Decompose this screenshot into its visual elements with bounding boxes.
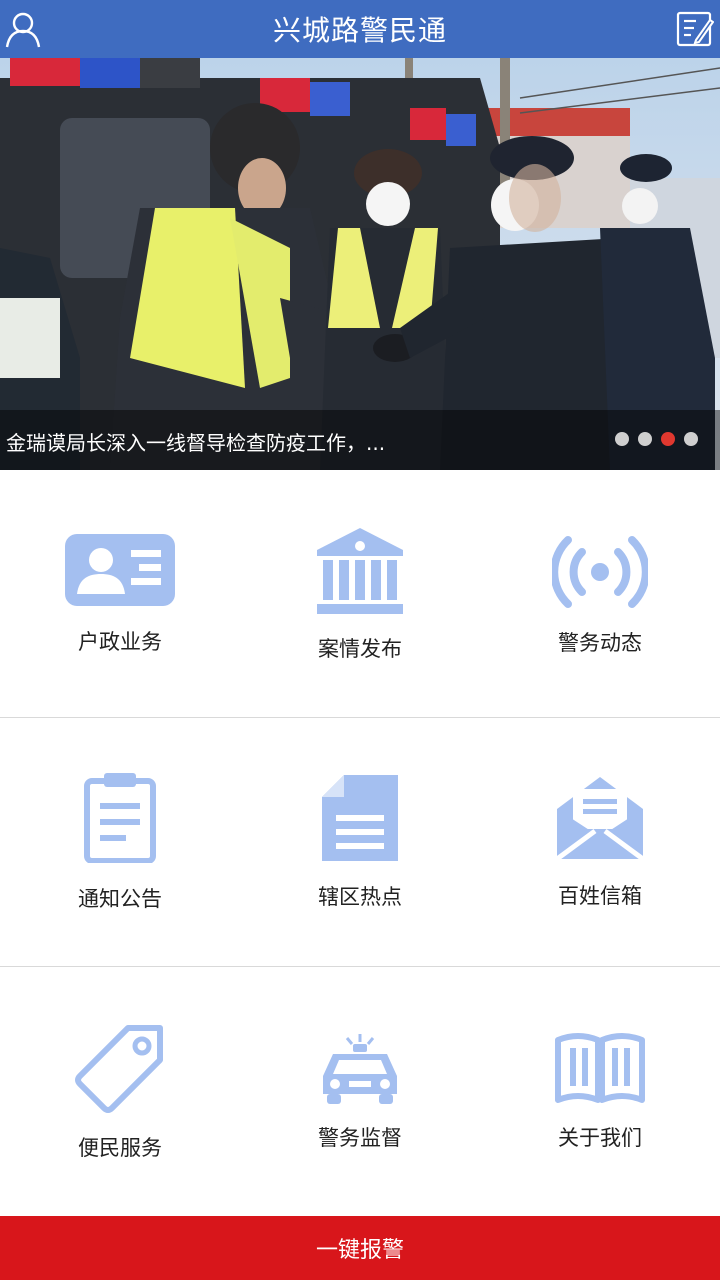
id-card-icon bbox=[65, 534, 175, 606]
menu-label: 便民服务 bbox=[78, 1136, 162, 1160]
menu-item-police-news[interactable]: 警务动态 bbox=[480, 470, 720, 718]
menu-item-supervision[interactable]: 警务监督 bbox=[240, 968, 480, 1216]
app-title: 兴城路警民通 bbox=[272, 14, 447, 47]
carousel-dot-active[interactable] bbox=[661, 432, 675, 446]
menu-label: 警务监督 bbox=[318, 1126, 402, 1150]
menu-label: 辖区热点 bbox=[318, 885, 402, 909]
menu-item-about-us[interactable]: 关于我们 bbox=[480, 968, 720, 1216]
open-book-icon bbox=[555, 1033, 645, 1103]
edit-note-icon[interactable] bbox=[672, 6, 718, 52]
menu-label: 警务动态 bbox=[558, 631, 642, 655]
menu-label: 户政业务 bbox=[78, 630, 162, 654]
menu-item-notice[interactable]: 通知公告 bbox=[0, 719, 240, 967]
grid-row: 通知公告 辖区热点 百姓信箱 bbox=[0, 719, 720, 967]
menu-label: 关于我们 bbox=[558, 1126, 642, 1150]
menu-item-case-release[interactable]: 案情发布 bbox=[240, 470, 480, 718]
document-icon bbox=[322, 775, 398, 861]
broadcast-icon bbox=[552, 536, 648, 608]
carousel-caption[interactable]: 金瑞谟局长深入一线督导检查防疫工作，... bbox=[6, 427, 385, 456]
menu-item-mailbox[interactable]: 百姓信箱 bbox=[480, 719, 720, 967]
news-photo bbox=[0, 58, 720, 470]
top-bar: 兴城路警民通 bbox=[0, 0, 720, 58]
grid-row: 便民服务 警务监督 关于我们 bbox=[0, 968, 720, 1216]
news-carousel[interactable]: 金瑞谟局长深入一线督导检查防疫工作，... bbox=[0, 58, 720, 470]
user-icon[interactable] bbox=[0, 6, 46, 52]
app-screen: 兴城路警民通 金瑞谟局长深入一线督导检查防疫工作，... 户政业务 案情发布 警… bbox=[0, 0, 720, 1280]
menu-item-convenience[interactable]: 便民服务 bbox=[0, 968, 240, 1216]
menu-item-household[interactable]: 户政业务 bbox=[0, 470, 240, 718]
carousel-dot[interactable] bbox=[638, 432, 652, 446]
police-car-icon bbox=[323, 1034, 397, 1104]
carousel-dot[interactable] bbox=[684, 432, 698, 446]
carousel-dots bbox=[615, 432, 698, 446]
grid-row: 户政业务 案情发布 警务动态 bbox=[0, 470, 720, 718]
menu-label: 百姓信箱 bbox=[558, 884, 642, 908]
function-grid: 户政业务 案情发布 警务动态 通知公告 辖区热点 百姓信箱 便民服务 警务监督 … bbox=[0, 470, 720, 1216]
carousel-dot[interactable] bbox=[615, 432, 629, 446]
menu-item-hotspot[interactable]: 辖区热点 bbox=[240, 719, 480, 967]
tag-icon bbox=[75, 1025, 163, 1113]
mail-icon bbox=[555, 777, 645, 861]
bank-building-icon bbox=[317, 528, 403, 614]
menu-label: 通知公告 bbox=[78, 887, 162, 911]
one-key-alarm-button[interactable]: 一键报警 bbox=[0, 1216, 720, 1280]
clipboard-icon bbox=[84, 773, 156, 863]
menu-label: 案情发布 bbox=[318, 637, 402, 661]
